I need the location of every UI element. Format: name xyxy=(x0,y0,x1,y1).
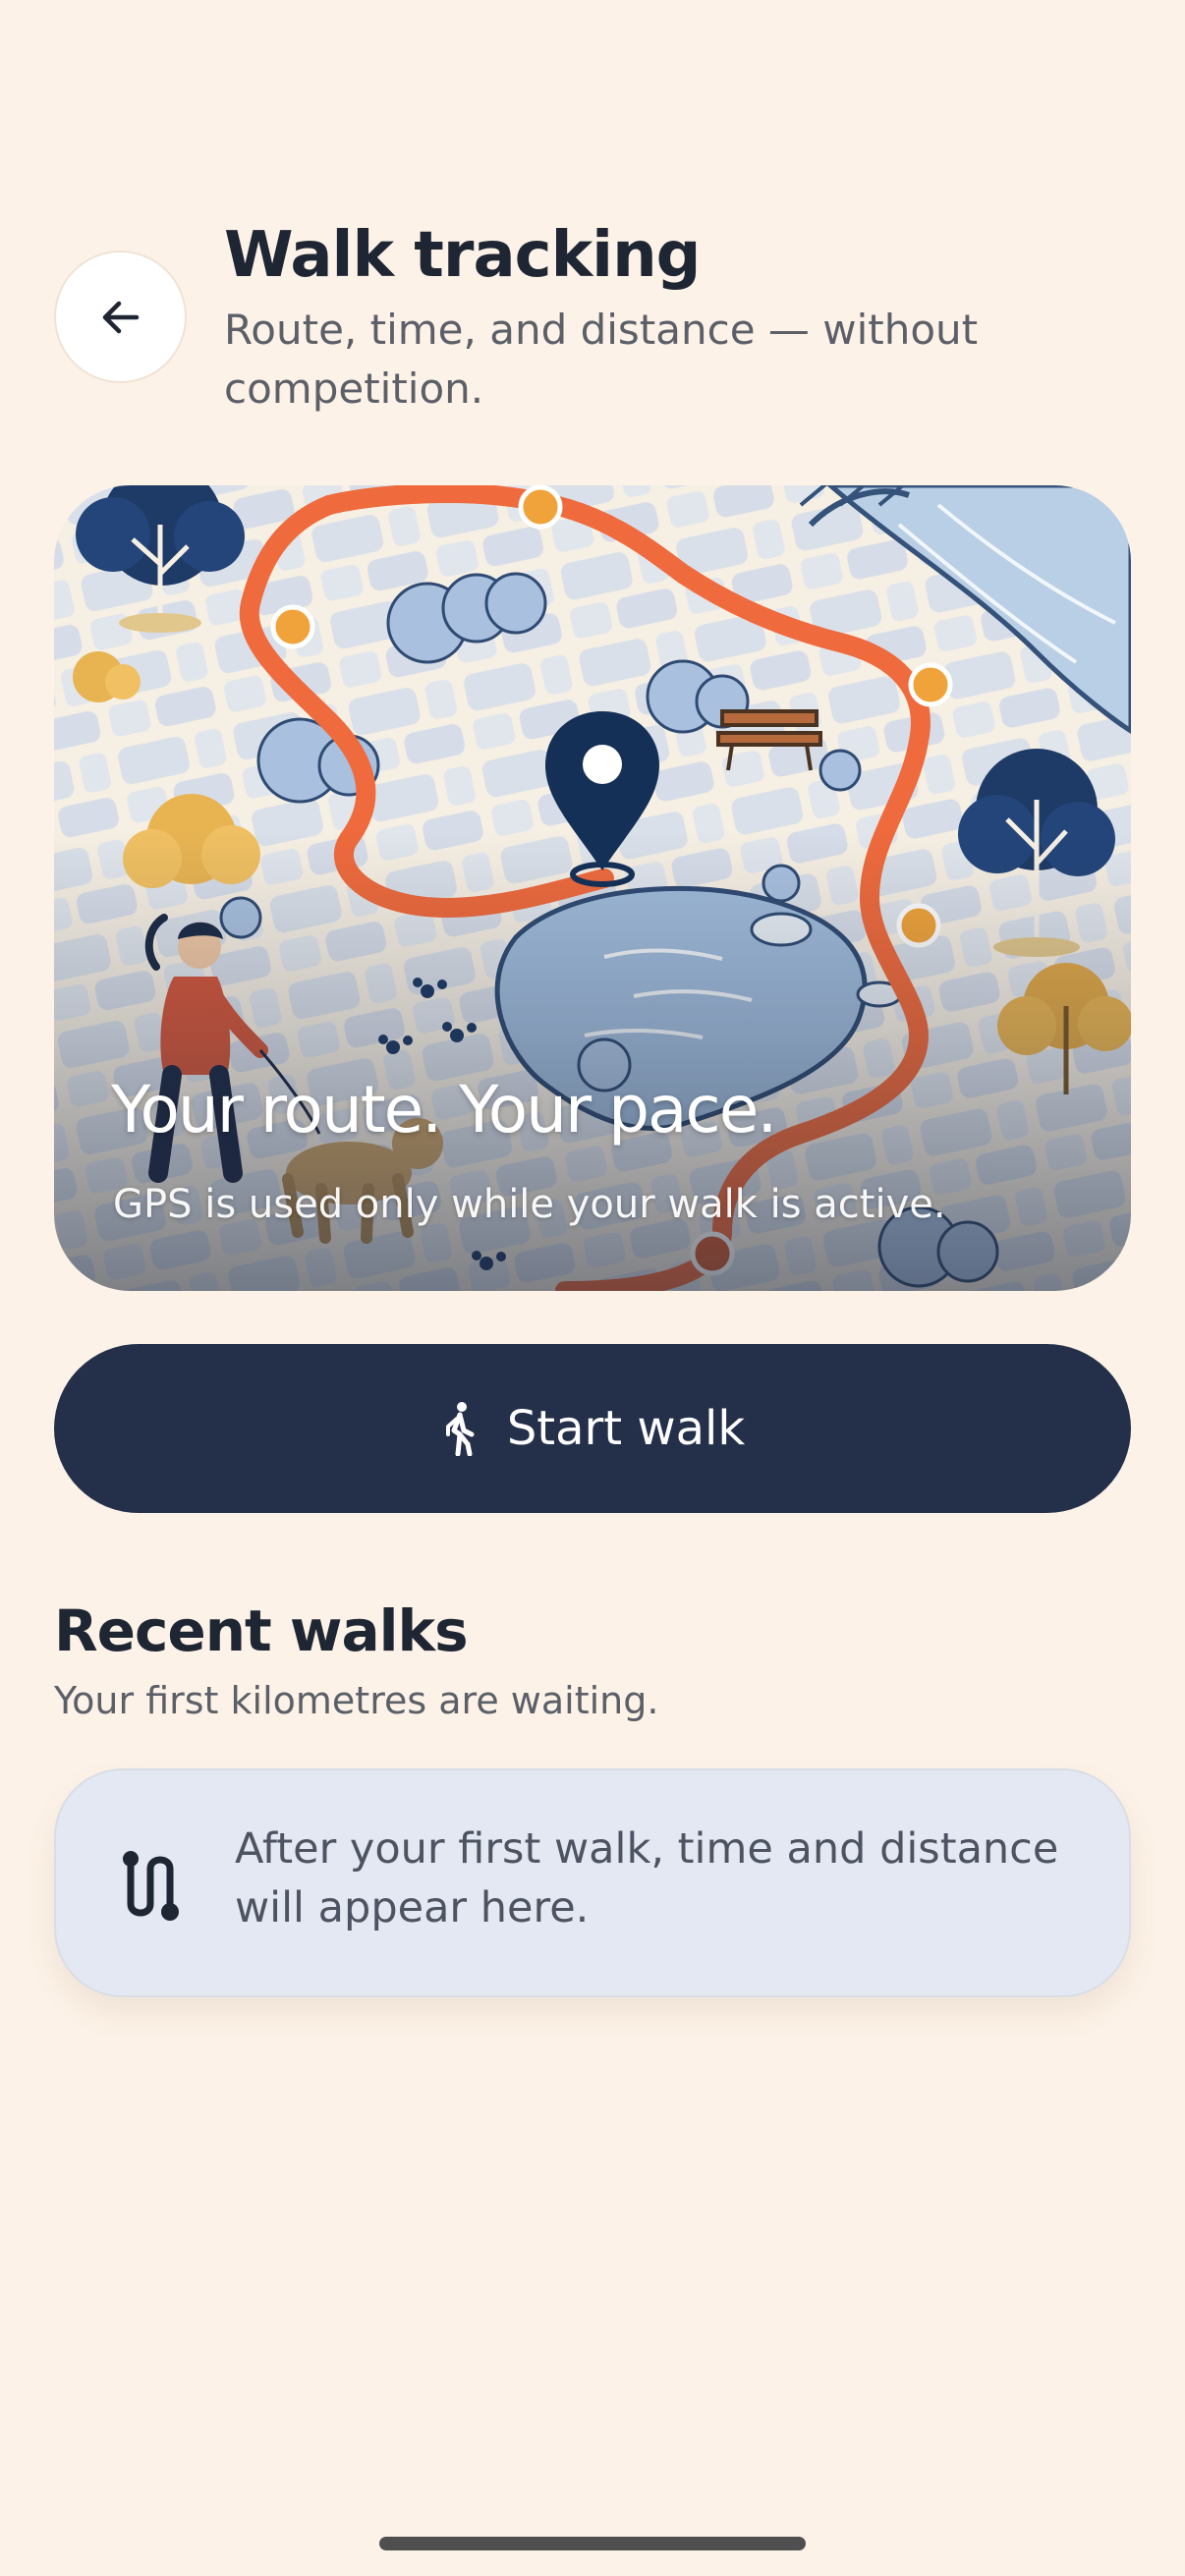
recent-walks-heading: Recent walks xyxy=(54,1597,469,1664)
page-subtitle: Route, time, and distance — without comp… xyxy=(224,306,979,413)
recent-walks-empty-state: After your first walk, time and distance… xyxy=(54,1768,1131,1997)
hero-caption: GPS is used only while your walk is acti… xyxy=(113,1182,946,1227)
start-walk-button[interactable]: Start walk xyxy=(54,1344,1131,1513)
arrow-left-icon xyxy=(102,301,139,333)
recent-walks-subtitle: Your first kilometres are waiting. xyxy=(54,1679,659,1722)
back-button[interactable] xyxy=(54,251,187,383)
route-icon xyxy=(123,1851,179,1921)
empty-state-text: After your first walk, time and distance… xyxy=(235,1824,1059,1932)
hero-headline: Your route. Your pace. xyxy=(111,1072,777,1148)
start-walk-label: Start walk xyxy=(506,1401,746,1456)
hero-illustration: Your route. Your pace. GPS is used only … xyxy=(54,485,1131,1291)
home-indicator[interactable] xyxy=(379,2537,806,2550)
page-title: Walk tracking xyxy=(224,219,701,292)
walking-person-icon xyxy=(445,1402,475,1456)
